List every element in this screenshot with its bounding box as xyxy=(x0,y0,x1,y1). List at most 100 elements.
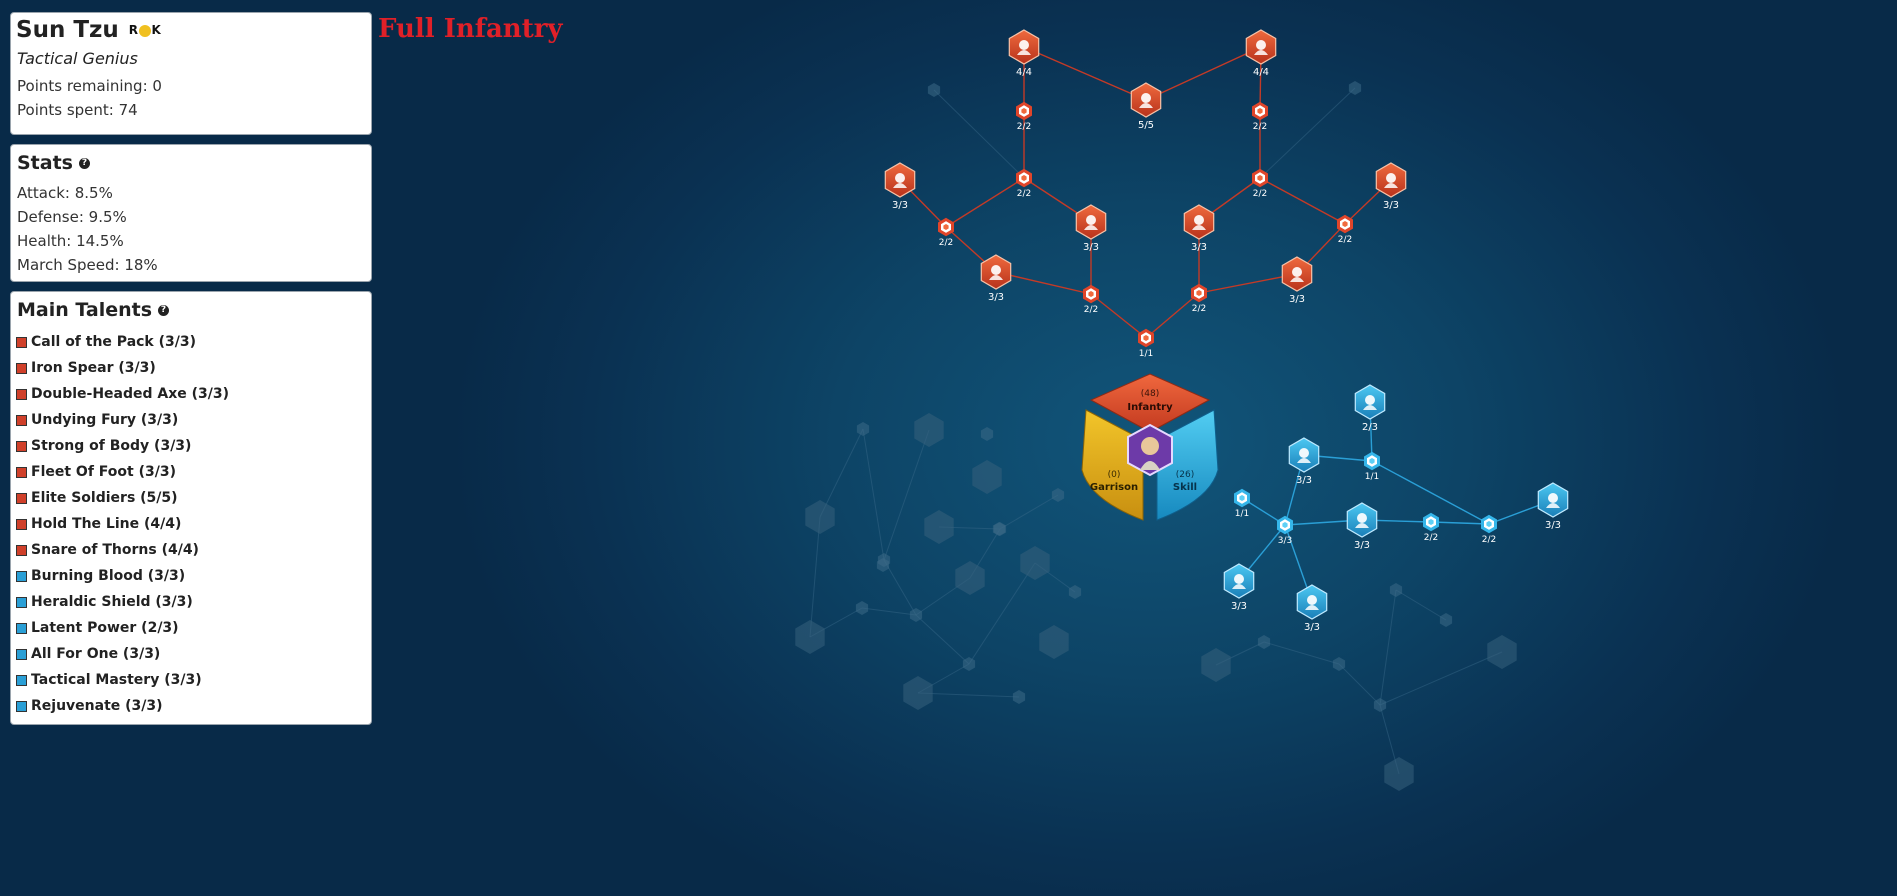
garrison-points: (0) xyxy=(1108,470,1121,480)
r-small-8-node[interactable]: 2/2 xyxy=(1191,283,1207,315)
inactive-talent-dot[interactable] xyxy=(1439,613,1453,627)
inactive-link xyxy=(1395,589,1447,621)
node-points-label: 3/3 xyxy=(1278,536,1292,546)
inactive-link xyxy=(1379,589,1397,706)
inactive-talent-icon[interactable] xyxy=(914,413,944,447)
talent-tree: 4/4 4/4 5/5 2/2 2/2 3/3 2/2 2/2 3/3 2/2 3/3 3/3 2/2 3… xyxy=(795,29,1569,791)
inactive-talent-icon[interactable] xyxy=(795,620,825,654)
talent-points-label: 5/5 xyxy=(1138,120,1154,131)
b-small-4-node[interactable]: 2/2 xyxy=(1423,512,1439,544)
node-points-label: 2/2 xyxy=(1192,304,1206,314)
burning-blood-talent[interactable]: 3/3 xyxy=(1288,437,1320,486)
skill-points: (26) xyxy=(1176,470,1194,480)
talent-points-label: 3/3 xyxy=(1191,242,1207,253)
all-for-one-talent[interactable]: 3/3 xyxy=(1296,584,1328,633)
infantry-link xyxy=(1145,292,1200,339)
tactical-mastery-talent[interactable]: 3/3 xyxy=(1346,502,1378,551)
inactive-talent-dot[interactable] xyxy=(909,608,923,622)
inactive-link xyxy=(1263,641,1340,665)
inactive-talent-icon[interactable] xyxy=(1384,757,1414,791)
r-small-9-node[interactable]: 1/1 xyxy=(1138,328,1154,360)
double-headed-axe-talent[interactable]: 3/3 xyxy=(1075,204,1107,253)
elite-soldiers-talent[interactable]: 5/5 xyxy=(1130,82,1162,131)
talent-points-label: 3/3 xyxy=(1296,475,1312,486)
r-small-4-node[interactable]: 2/2 xyxy=(1252,168,1268,200)
undying-fury-talent[interactable]: 3/3 xyxy=(1183,204,1215,253)
inactive-talent-icon[interactable] xyxy=(972,460,1002,494)
inactive-talent-dot[interactable] xyxy=(1012,690,1026,704)
talent-nodes: 4/4 4/4 5/5 2/2 2/2 3/3 2/2 2/2 3/3 2/2 3/3 3/3 2/2 3… xyxy=(884,29,1569,633)
b-small-1-node[interactable]: 1/1 xyxy=(1364,451,1380,483)
iron-spear-talent[interactable]: 3/3 xyxy=(1281,256,1313,305)
node-points-label: 2/2 xyxy=(1017,189,1031,199)
inactive-talent-dot[interactable] xyxy=(1051,488,1065,502)
inactive-talent-icon[interactable] xyxy=(924,510,954,544)
skill-link xyxy=(1430,521,1490,525)
tree-selector-wheel: (48) Infantry (0) Garrison (26) Skill xyxy=(1081,373,1219,521)
talent-points-label: 2/3 xyxy=(1362,422,1378,433)
r-small-2-node[interactable]: 2/2 xyxy=(1252,101,1268,133)
infantry-link xyxy=(1259,177,1346,225)
inactive-talent-dot[interactable] xyxy=(1389,583,1403,597)
node-points-label: 2/2 xyxy=(1084,305,1098,315)
inactive-talent-icon[interactable] xyxy=(1039,625,1069,659)
inactive-talent-icon[interactable] xyxy=(1020,546,1050,580)
inactive-talent-icon[interactable] xyxy=(1201,648,1231,682)
r-small-1-node[interactable]: 2/2 xyxy=(1016,101,1032,133)
infantry-link xyxy=(1090,293,1147,339)
r-small-7-node[interactable]: 2/2 xyxy=(1083,284,1099,316)
commander-portrait xyxy=(1127,423,1173,477)
infantry-points: (48) xyxy=(1141,389,1159,399)
talent-points-label: 4/4 xyxy=(1253,67,1269,78)
inactive-talent-dot[interactable] xyxy=(856,422,870,436)
b-small-5-node[interactable]: 2/2 xyxy=(1481,514,1497,546)
inactive-talent-icon[interactable] xyxy=(805,500,835,534)
talent-points-label: 3/3 xyxy=(1545,520,1561,531)
inactive-link xyxy=(933,89,1025,179)
strong-of-body-talent[interactable]: 3/3 xyxy=(884,162,916,211)
inactive-link xyxy=(917,692,1020,698)
node-points-label: 2/2 xyxy=(1424,533,1438,543)
b-small-2-node[interactable]: 1/1 xyxy=(1234,488,1250,520)
call-of-the-pack-talent[interactable]: 3/3 xyxy=(980,254,1012,303)
talent-links xyxy=(899,46,1554,603)
inactive-talent-dot[interactable] xyxy=(1068,585,1082,599)
inactive-talent-dot[interactable] xyxy=(1348,81,1362,95)
talent-points-label: 3/3 xyxy=(1354,540,1370,551)
inactive-talent-dot[interactable] xyxy=(962,657,976,671)
inactive-talent-dot[interactable] xyxy=(855,601,869,615)
node-points-label: 2/2 xyxy=(1482,535,1496,545)
heraldic-shield-talent[interactable]: 3/3 xyxy=(1223,563,1255,612)
r-small-6-node[interactable]: 2/2 xyxy=(1337,214,1353,246)
talent-points-label: 3/3 xyxy=(1383,200,1399,211)
inactive-link xyxy=(861,607,917,616)
inactive-link xyxy=(809,516,821,638)
r-small-5-node[interactable]: 2/2 xyxy=(938,217,954,249)
inactive-talent-icon[interactable] xyxy=(955,561,985,595)
inactive-talent-icon[interactable] xyxy=(1487,635,1517,669)
talent-points-label: 3/3 xyxy=(1083,242,1099,253)
latent-power-talent[interactable]: 3/3 xyxy=(1537,482,1569,531)
talent-points-label: 3/3 xyxy=(1289,294,1305,305)
inactive-talent-dot[interactable] xyxy=(927,83,941,97)
infantry-link xyxy=(1023,46,1147,101)
inactive-talent-dot[interactable] xyxy=(1257,635,1271,649)
skill-label: Skill xyxy=(1173,482,1197,493)
node-points-label: 1/1 xyxy=(1139,349,1153,359)
talent-points-label: 4/4 xyxy=(1016,67,1032,78)
hold-the-line-talent[interactable]: 4/4 xyxy=(1008,29,1040,78)
r-small-3-node[interactable]: 2/2 xyxy=(1016,168,1032,200)
inactive-talent-dot[interactable] xyxy=(980,427,994,441)
node-points-label: 2/2 xyxy=(1338,235,1352,245)
node-points-label: 2/2 xyxy=(939,238,953,248)
inactive-link xyxy=(915,614,970,665)
snare-of-thorns-talent[interactable]: 4/4 xyxy=(1245,29,1277,78)
rejuvenate-talent[interactable]: 2/3 xyxy=(1354,384,1386,433)
fleet-of-foot-talent[interactable]: 3/3 xyxy=(1375,162,1407,211)
inactive-link xyxy=(883,429,930,561)
talent-points-label: 3/3 xyxy=(1304,622,1320,633)
infantry-link xyxy=(945,177,1025,228)
inactive-talent-icon[interactable] xyxy=(903,676,933,710)
node-points-label: 1/1 xyxy=(1365,472,1379,482)
inactive-link xyxy=(1379,651,1503,706)
